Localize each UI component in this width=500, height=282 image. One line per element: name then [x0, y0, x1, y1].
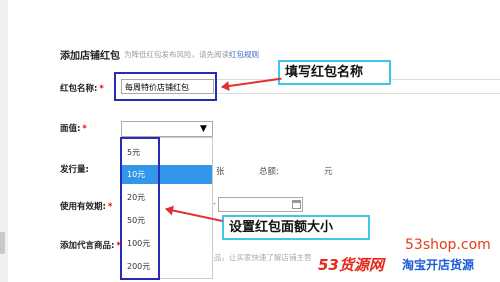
date-range-dash: - — [213, 199, 216, 208]
scroll-handle[interactable] — [0, 232, 5, 254]
product-label-text: 添加代言商品: — [60, 241, 115, 251]
issue-label: 发行量: — [60, 163, 89, 175]
product-hint: 品，让买家快速了解店铺主营 — [214, 253, 312, 262]
watermark-slogan: 淘宝开店货源 — [402, 258, 475, 272]
value-callout: 设置红包面额大小 — [222, 215, 370, 240]
issue-unit: 张 — [216, 167, 225, 177]
name-callout: 填写红包名称 — [278, 60, 391, 85]
red-packet-rules-link[interactable]: 红包规则 — [229, 50, 259, 59]
total-unit: 元 — [324, 167, 333, 177]
name-highlight-box — [114, 72, 217, 101]
calendar-icon[interactable] — [292, 200, 301, 209]
name-label-text: 红包名称: — [60, 84, 98, 94]
risk-hint: 为降低红包发布风险，请先阅读红包规则 — [124, 49, 259, 60]
issue-label-text: 发行量: — [60, 165, 89, 175]
dropdown-highlight-box — [120, 137, 160, 280]
required-mark: * — [82, 124, 87, 134]
name-label: 红包名称: * — [60, 82, 104, 94]
total-label: 总额: — [259, 167, 279, 177]
watermark-site: 53shop.com — [405, 237, 491, 253]
required-mark: * — [99, 84, 104, 94]
watermark-brand: 53货源网 — [318, 256, 384, 274]
validity-label-text: 使用有效期: — [60, 202, 106, 212]
validity-label: 使用有效期: * — [60, 200, 112, 212]
product-label: 添加代言商品: * — [60, 239, 121, 251]
end-date-input[interactable] — [218, 197, 303, 212]
required-mark: * — [107, 202, 113, 212]
risk-hint-text: 为降低红包发布风险，请先阅读 — [124, 50, 229, 59]
value-label-text: 面值: — [60, 124, 81, 134]
page-title: 添加店铺红包 — [60, 51, 120, 62]
value-label: 面值: * — [60, 122, 87, 134]
required-mark: * — [116, 241, 121, 251]
chevron-down-icon[interactable]: ▼ — [200, 121, 207, 137]
